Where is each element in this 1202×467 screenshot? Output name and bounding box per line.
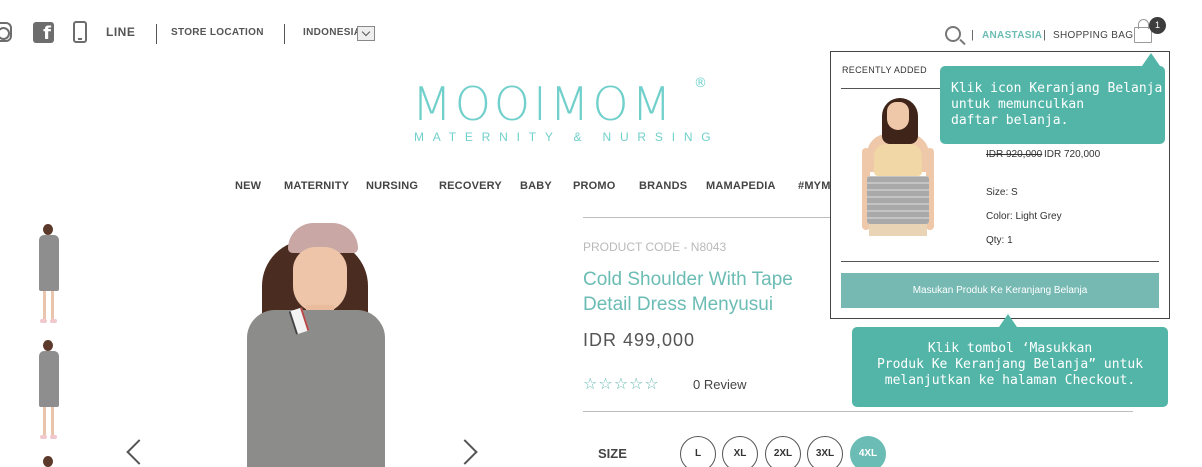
nav-item-mamapedia[interactable]: MAMAPEDIA [706, 180, 776, 192]
chevron-left-icon[interactable] [126, 439, 152, 465]
size-option-3xl[interactable]: 3XL [807, 436, 843, 467]
search-icon[interactable] [945, 26, 961, 42]
cart-item-image[interactable] [860, 96, 936, 236]
tooltip-line: Klik tombol ‘Masukkan [927, 341, 1093, 356]
size-option-xl[interactable]: XL [722, 436, 758, 467]
brand-tagline: MATERNITY & NURSING [414, 130, 720, 144]
shopping-bag-link[interactable]: SHOPPING BAG [1053, 30, 1133, 41]
tooltip-line: untuk memunculkan [951, 97, 1085, 112]
checkout-hint-tooltip: Klik tombol ‘Masukkan Produk Ke Keranjan… [852, 314, 1168, 407]
review-count-link[interactable]: 0 Review [693, 377, 746, 392]
chevron-right-icon[interactable] [452, 439, 478, 465]
product-title: Cold Shoulder With Tape Detail Dress Men… [583, 269, 793, 315]
bag-hint-tooltip: Klik icon Keranjang Belanja untuk memunc… [940, 53, 1165, 144]
divider [156, 24, 157, 44]
cart-item-qty: Qty: 1 [986, 235, 1013, 246]
size-label: SIZE [598, 446, 627, 461]
store-location-link[interactable]: STORE LOCATION [171, 27, 264, 38]
mini-cart-heading: RECENTLY ADDED [842, 65, 927, 75]
nav-item-maternity[interactable]: MATERNITY [284, 180, 349, 192]
line-link[interactable]: LINE [106, 25, 135, 39]
phone-icon[interactable] [73, 21, 87, 43]
account-link[interactable]: ANASTASIA [982, 30, 1042, 41]
tooltip-line: Produk Ke Keranjang Belanja” untuk [876, 357, 1144, 372]
tooltip-line: daftar belanja. [951, 113, 1069, 128]
size-option-l[interactable]: L [680, 436, 716, 467]
country-select-label[interactable]: INDONESIA [303, 27, 361, 38]
nav-item-recovery[interactable]: RECOVERY [439, 180, 502, 192]
divider: | [971, 29, 974, 41]
cart-item-size: Size: S [986, 187, 1018, 198]
product-thumbnail[interactable] [30, 338, 66, 444]
cart-item-old-price: IDR 920,000 [986, 149, 1043, 160]
facebook-icon[interactable]: f [33, 22, 54, 44]
product-thumbnail[interactable] [30, 454, 66, 467]
cart-item-price: IDR 720,000 [1044, 149, 1101, 160]
nav-item-new[interactable]: NEW [235, 180, 261, 192]
chevron-down-icon[interactable] [357, 26, 375, 41]
cart-item-color: Color: Light Grey [986, 211, 1062, 222]
divider [841, 88, 951, 89]
bag-count-badge: 1 [1149, 17, 1166, 34]
nav-item-nursing[interactable]: NURSING [366, 180, 418, 192]
nav-item-promo[interactable]: PROMO [573, 180, 616, 192]
product-code: PRODUCT CODE - N8043 [583, 240, 727, 254]
product-price: IDR 499,000 [583, 330, 696, 350]
nav-item-baby[interactable]: BABY [520, 180, 552, 192]
divider [284, 24, 285, 44]
tooltip-line: Klik icon Keranjang Belanja [951, 81, 1163, 96]
product-thumbnail[interactable] [30, 222, 66, 328]
size-option-2xl[interactable]: 2XL [765, 436, 801, 467]
nav-item-brands[interactable]: BRANDS [639, 180, 687, 192]
divider: | [1043, 29, 1046, 41]
instagram-icon[interactable] [0, 22, 12, 42]
nav-item-mymooimom[interactable]: #MYM [798, 180, 831, 192]
registered-mark: ® [694, 76, 707, 91]
divider [841, 261, 1159, 262]
rating-stars[interactable]: ☆☆☆☆☆ [583, 374, 660, 393]
size-option-4xl[interactable]: 4XL [850, 436, 886, 467]
divider [583, 411, 1133, 412]
tooltip-line: melanjutkan ke halaman Checkout. [884, 373, 1136, 388]
add-to-cart-button[interactable]: Masukan Produk Ke Keranjang Belanja [841, 273, 1159, 308]
brand-logo[interactable]: MOOIMOM [412, 76, 674, 132]
